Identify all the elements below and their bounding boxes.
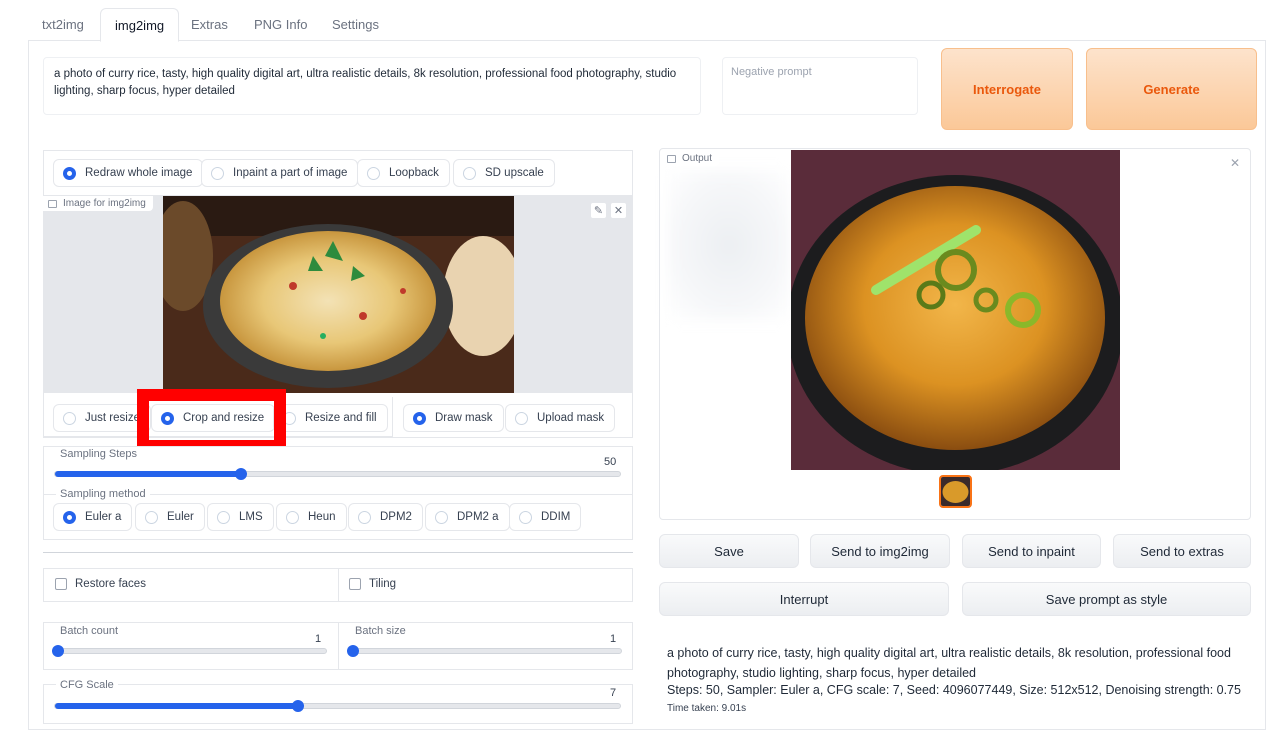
generation-info-prompt: a photo of curry rice, tasty, high quali… <box>667 646 1231 680</box>
tiling-checkbox[interactable]: Tiling <box>349 578 396 590</box>
radio-icon <box>145 510 158 524</box>
batch-count-slider[interactable] <box>52 645 327 657</box>
radio-label: DPM2 a <box>457 511 499 523</box>
radio-icon <box>217 510 230 524</box>
image-icon <box>48 199 57 208</box>
radio-label: Upload mask <box>537 412 605 424</box>
radio-label: Resize and fill <box>305 412 377 424</box>
radio-label: Euler a <box>85 511 122 523</box>
generate-button[interactable]: Generate <box>1086 48 1257 130</box>
sampler-dpm2[interactable]: DPM2 <box>348 503 423 531</box>
batch-count-value[interactable]: 1 <box>315 633 321 645</box>
radio-icon <box>358 510 371 524</box>
radio-label: Just resize <box>85 412 140 424</box>
prompt-input[interactable]: a photo of curry rice, tasty, high quali… <box>43 57 701 115</box>
divider <box>338 623 339 669</box>
radio-label: DPM2 <box>380 511 412 523</box>
slider-fill <box>55 471 242 477</box>
radio-label: Redraw whole image <box>85 167 193 179</box>
batch-size-value[interactable]: 1 <box>610 633 616 645</box>
resize-resize-and-fill[interactable]: Resize and fill <box>273 404 388 432</box>
checkbox-icon <box>349 578 361 590</box>
divider <box>338 569 339 601</box>
tab-png-info[interactable]: PNG Info <box>240 8 321 41</box>
mode-loopback[interactable]: Loopback <box>357 159 450 187</box>
generation-info-params: Steps: 50, Sampler: Euler a, CFG scale: … <box>667 683 1241 697</box>
divider <box>43 552 633 553</box>
sampling-method-label: Sampling method <box>56 488 150 500</box>
send-to-extras-button[interactable]: Send to extras <box>1113 534 1251 568</box>
radio-label: SD upscale <box>485 167 544 179</box>
tab-settings[interactable]: Settings <box>318 8 393 41</box>
image-input-label: Image for img2img <box>43 196 153 211</box>
slider-thumb[interactable] <box>347 645 359 657</box>
batch-size-label: Batch size <box>351 625 410 637</box>
sampler-heun[interactable]: Heun <box>276 503 347 531</box>
radio-icon <box>463 166 476 180</box>
tab-img2img[interactable]: img2img <box>100 8 180 42</box>
close-icon[interactable]: ✕ <box>610 202 627 219</box>
sampler-euler[interactable]: Euler <box>135 503 205 531</box>
interrogate-button[interactable]: Interrogate <box>941 48 1073 130</box>
negative-prompt-input[interactable]: Negative prompt <box>722 57 918 115</box>
input-image <box>163 196 514 393</box>
radio-label: Loopback <box>389 167 439 179</box>
sampler-euler-a[interactable]: Euler a <box>53 503 133 531</box>
radio-icon <box>211 166 224 180</box>
radio-label: Inpaint a part of image <box>233 167 348 179</box>
cfg-scale-slider[interactable] <box>54 700 621 712</box>
sampler-lms[interactable]: LMS <box>207 503 274 531</box>
radio-label: Euler <box>167 511 194 523</box>
sampler-dpm2-a[interactable]: DPM2 a <box>425 503 510 531</box>
sampling-steps-label: Sampling Steps <box>56 448 142 460</box>
tab-bar: txt2img img2img Extras PNG Info Settings <box>28 8 1266 42</box>
sampling-steps-slider[interactable] <box>54 468 621 480</box>
sampling-steps-value[interactable]: 50 <box>604 456 616 468</box>
highlight-box <box>137 389 286 452</box>
radio-label: LMS <box>239 511 263 523</box>
tab-extras[interactable]: Extras <box>177 8 242 41</box>
output-thumbnail[interactable] <box>939 475 972 508</box>
radio-label: DDIM <box>541 511 571 523</box>
radio-selected-icon <box>63 166 76 180</box>
radio-icon <box>63 411 76 425</box>
radio-icon <box>286 510 299 524</box>
slider-thumb[interactable] <box>52 645 64 657</box>
save-button[interactable]: Save <box>659 534 799 568</box>
mode-redraw-whole[interactable]: Redraw whole image <box>53 159 204 187</box>
mode-inpaint[interactable]: Inpaint a part of image <box>201 159 359 187</box>
radio-icon <box>367 166 380 180</box>
batch-size-slider[interactable] <box>347 645 622 657</box>
mode-sd-upscale[interactable]: SD upscale <box>453 159 555 187</box>
mask-upload[interactable]: Upload mask <box>505 404 616 432</box>
cfg-scale-label: CFG Scale <box>56 679 118 691</box>
output-image[interactable] <box>791 150 1120 470</box>
radio-selected-icon <box>413 411 426 425</box>
radio-icon <box>519 510 532 524</box>
restore-faces-checkbox[interactable]: Restore faces <box>55 578 146 590</box>
slider-fill <box>55 703 298 709</box>
radio-selected-icon <box>63 510 76 524</box>
slider-thumb[interactable] <box>291 700 304 712</box>
radio-label: Draw mask <box>435 412 493 424</box>
time-taken: Time taken: 9.01s <box>667 703 747 714</box>
radio-icon <box>515 411 528 425</box>
checkbox-icon <box>55 578 67 590</box>
close-icon[interactable]: ✕ <box>1230 156 1240 170</box>
cfg-scale-value[interactable]: 7 <box>610 687 616 699</box>
sampler-ddim[interactable]: DDIM <box>509 503 582 531</box>
send-to-img2img-button[interactable]: Send to img2img <box>810 534 950 568</box>
radio-icon <box>435 510 448 524</box>
save-style-button[interactable]: Save prompt as style <box>962 582 1251 616</box>
send-to-inpaint-button[interactable]: Send to inpaint <box>962 534 1101 568</box>
edit-icon[interactable]: ✎ <box>590 202 607 219</box>
interrupt-button[interactable]: Interrupt <box>659 582 949 616</box>
image-icon <box>667 154 676 163</box>
batch-count-label: Batch count <box>56 625 123 637</box>
blurred-preview <box>668 170 790 320</box>
radio-label: Heun <box>308 511 336 523</box>
tab-txt2img[interactable]: txt2img <box>28 8 98 41</box>
output-label: Output <box>662 151 720 166</box>
mask-draw[interactable]: Draw mask <box>403 404 504 432</box>
